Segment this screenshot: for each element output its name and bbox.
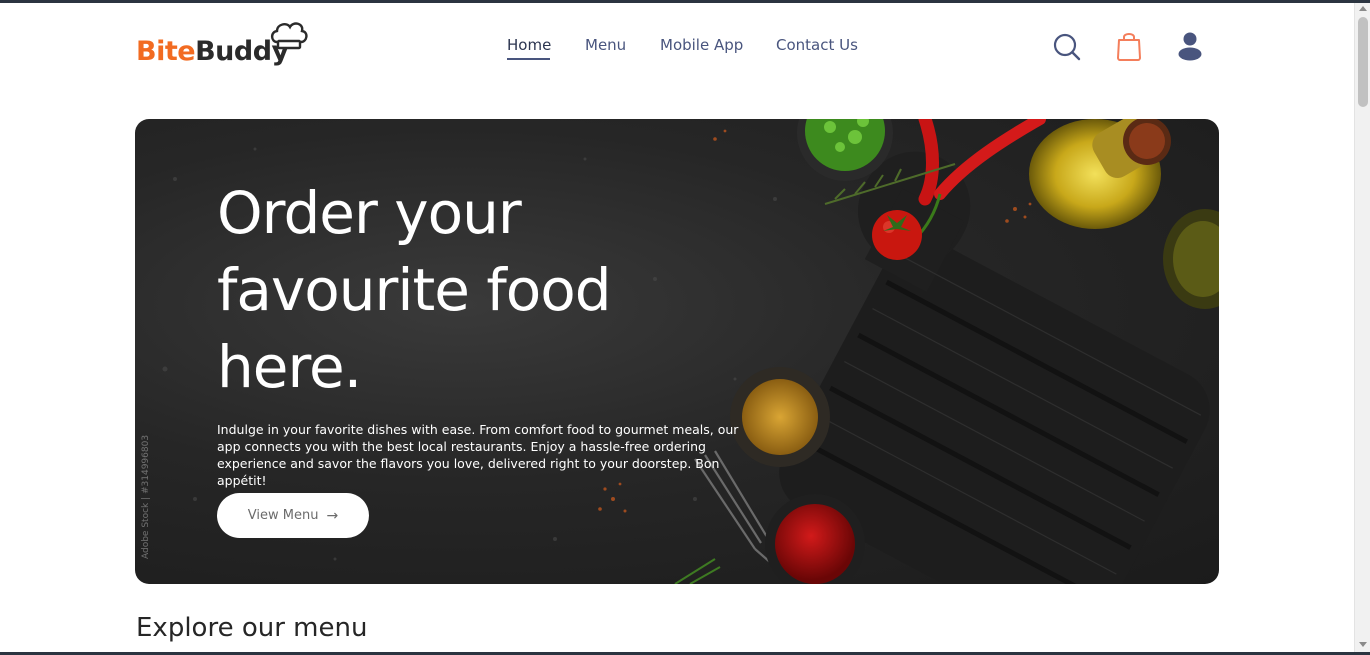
nav-item-mobile-app[interactable]: Mobile App <box>660 36 743 54</box>
view-menu-button[interactable]: View Menu → <box>217 493 369 538</box>
nav-item-contact-us[interactable]: Contact Us <box>776 36 858 54</box>
chef-hat-icon <box>270 22 308 50</box>
window-top-border <box>0 0 1370 3</box>
shopping-bag-icon[interactable] <box>1116 31 1142 65</box>
nav-item-home[interactable]: Home <box>507 36 552 60</box>
view-menu-label: View Menu <box>247 508 319 523</box>
nav-active-underline <box>507 58 550 60</box>
scroll-up-icon[interactable] <box>1359 6 1367 11</box>
user-icon[interactable] <box>1177 31 1203 65</box>
logo-wordmark: BiteBuddy <box>136 36 289 67</box>
brand-logo[interactable]: BiteBuddy <box>136 20 311 75</box>
nav-item-label: Contact Us <box>776 36 858 54</box>
nav-item-label: Home <box>507 36 552 54</box>
hero-description: Indulge in your favorite dishes with eas… <box>217 422 739 488</box>
logo-text-bite: Bite <box>136 36 196 67</box>
nav-item-label: Mobile App <box>660 36 744 54</box>
hero-title: Order your favourite food here. <box>217 179 612 401</box>
section-title-explore: Explore our menu <box>136 613 368 643</box>
page-scrollbar[interactable] <box>1354 3 1370 652</box>
scroll-down-icon[interactable] <box>1359 642 1367 647</box>
scrollbar-thumb[interactable] <box>1358 17 1368 107</box>
nav-item-menu[interactable]: Menu <box>585 36 626 54</box>
arrow-right-icon: → <box>326 507 339 524</box>
search-icon[interactable] <box>1053 33 1081 65</box>
image-watermark: Adobe Stock | #314996803 <box>141 434 151 559</box>
nav-item-label: Menu <box>585 36 627 54</box>
hero-banner: Order your favourite food here. Indulge … <box>135 119 1219 584</box>
